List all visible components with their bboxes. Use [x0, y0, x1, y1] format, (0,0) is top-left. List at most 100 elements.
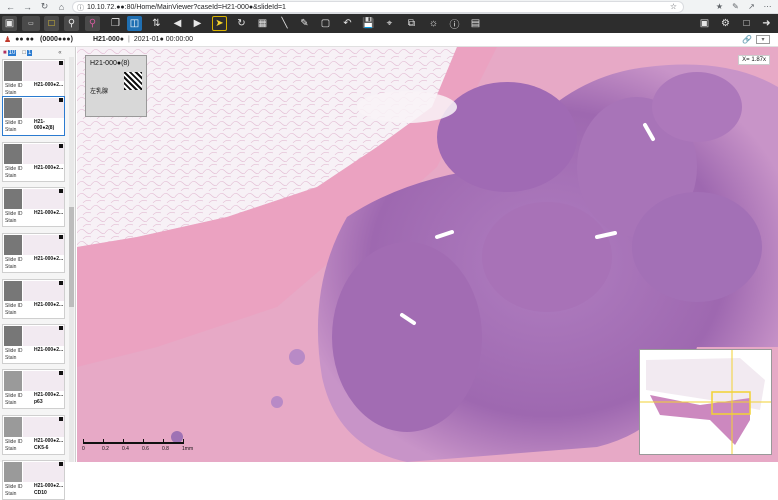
ruler-tool-icon[interactable]: ▭ — [22, 16, 40, 31]
slide-id-label: Slide ID — [5, 211, 23, 217]
slide-status-mark — [59, 417, 63, 421]
scale-tick — [103, 439, 104, 444]
document-icon[interactable]: ▤ — [468, 16, 483, 31]
slide-label-site: 左乳腺 — [90, 89, 109, 95]
slide-card[interactable]: Slide ID Stain H21-000●2... — [2, 142, 65, 182]
more-icon[interactable]: ⋯ — [762, 1, 773, 12]
slide-id-value: H21-000●2... — [34, 438, 64, 444]
link-icon[interactable]: 🔗 — [742, 35, 752, 44]
scale-label: 0.6 — [142, 446, 149, 452]
stain-value: CD10 — [34, 490, 47, 496]
prev-arrow-icon[interactable]: ◀ — [170, 16, 185, 31]
bookmark-star-icon[interactable]: ☆ — [670, 2, 677, 11]
settings-icon[interactable]: ⚙ — [718, 16, 733, 31]
scroll-thumb[interactable] — [69, 207, 74, 307]
share-icon[interactable]: ↗ — [746, 1, 757, 12]
minimap-image[interactable] — [640, 350, 772, 455]
split-view-icon[interactable]: ◫ — [127, 16, 142, 31]
minimap[interactable] — [639, 349, 772, 455]
pen-tool-icon[interactable]: ✎ — [297, 16, 312, 31]
line-tool-icon[interactable]: ╲ — [277, 16, 292, 31]
box-tool-icon[interactable]: ▢ — [318, 16, 333, 31]
window-icon[interactable]: □ — [739, 16, 754, 31]
stain-value: p63 — [34, 399, 43, 405]
slide-id-label: Slide ID — [5, 120, 23, 126]
slide-id-value: H21-000●2... — [34, 483, 64, 489]
case-id: H21-000● — [92, 36, 125, 43]
list-tab-icon[interactable]: □ — [22, 50, 26, 56]
slide-label-preview: H21-000●(8) 左乳腺 — [85, 55, 147, 117]
back-icon[interactable]: ← — [4, 0, 17, 13]
slide-viewer[interactable]: H21-000●(8) 左乳腺 X= 1.87x 0 0.2 0.4 0.6 0.8 1m… — [77, 47, 778, 462]
slide-thumbnail — [4, 281, 22, 301]
crop-icon[interactable]: ⌖ — [382, 16, 397, 31]
tab-count-2: 1 — [26, 50, 33, 56]
slide-card[interactable]: Slide ID Stain H21-000●2... CD10 — [2, 460, 65, 500]
brightness-icon[interactable]: ☼ — [426, 16, 441, 31]
copy-icon[interactable]: ❐ — [108, 16, 123, 31]
slide-sidebar: ■ 10 □ 1 « Slide ID Stain H21-000●2... Slid… — [0, 47, 76, 500]
info-circle-icon[interactable]: ⓘ — [447, 16, 462, 31]
fit-screen-icon[interactable]: ▣ — [2, 16, 17, 31]
scale-bar: 0 0.2 0.4 0.6 0.8 1mm — [82, 439, 193, 455]
sidebar-scrollbar[interactable] — [69, 57, 74, 462]
slide-id-value: H21-000●2... — [34, 165, 64, 171]
pen-icon[interactable]: ✎ — [730, 1, 741, 12]
slide-preview — [23, 417, 64, 437]
slide-card[interactable]: Slide ID Stain H21-000●2... — [2, 279, 65, 319]
viewer-toolbar: ▣ ▭ □ ⚲ ⚲ ❐ ◫ ⇅ ◀ ▶ ➤ ↻ ▦ ╲ ✎ ▢ ↶ 💾 ⌖ ⧉ … — [0, 14, 778, 33]
scale-tick — [123, 439, 124, 444]
favorites-icon[interactable]: ★ — [714, 1, 725, 12]
slide-id-label: Slide ID — [5, 166, 23, 172]
slide-card[interactable]: Slide ID Stain H21-000●2... — [2, 233, 65, 273]
slide-card[interactable]: Slide ID Stain H21-000●2... p63 — [2, 369, 65, 409]
slide-status-mark — [59, 189, 63, 193]
slide-card[interactable]: Slide ID Stain H21-000●2... — [2, 324, 65, 364]
scale-label: 0.2 — [102, 446, 109, 452]
address-bar[interactable]: ⓘ 10.10.72.●●:80/Home/MainViewer?caseId=… — [72, 1, 684, 13]
label-icon[interactable]: □ — [44, 16, 59, 31]
magnify-icon[interactable]: ⚲ — [85, 16, 100, 31]
screenshot-icon[interactable]: ▣ — [697, 16, 712, 31]
info-icon[interactable]: ⓘ — [77, 3, 84, 13]
slide-preview — [23, 281, 64, 301]
slide-thumbnail — [4, 235, 22, 255]
reload-icon[interactable]: ↻ — [38, 0, 51, 13]
home-icon[interactable]: ⌂ — [55, 0, 68, 13]
slide-card[interactable]: Slide ID Stain H21-000●2... — [2, 59, 65, 99]
slide-card[interactable]: Slide ID Stain H21-000●2... — [2, 187, 65, 227]
rotate-icon[interactable]: ↻ — [234, 16, 249, 31]
slide-card[interactable]: Slide ID Stain H21-000●2(8) — [2, 96, 65, 136]
slide-status-mark — [59, 462, 63, 466]
zoom-indicator: X= 1.87x — [738, 55, 770, 65]
slide-status-mark — [59, 281, 63, 285]
stain-value: CK5-6 — [34, 445, 49, 451]
layout-select[interactable]: ▾ — [756, 35, 770, 44]
slide-status-mark — [59, 61, 63, 65]
slide-id-label: Slide ID — [5, 83, 23, 89]
collapse-icon[interactable]: « — [58, 50, 61, 56]
slide-thumbnail — [4, 98, 22, 118]
zoom-icon[interactable]: ⚲ — [64, 16, 79, 31]
exit-icon[interactable]: ➜ — [759, 16, 774, 31]
slide-preview — [23, 235, 64, 255]
flip-icon[interactable]: ⇅ — [149, 16, 164, 31]
slide-preview — [23, 61, 64, 81]
pointer-icon[interactable]: ➤ — [212, 16, 227, 31]
slide-id-value: H21-000●2... — [34, 256, 64, 262]
stain-label: Stain — [5, 400, 17, 406]
stain-label: Stain — [5, 127, 17, 133]
slide-card[interactable]: Slide ID Stain H21-000●2... CK5-6 — [2, 415, 65, 455]
rectangle-tool-icon[interactable]: ▦ — [255, 16, 270, 31]
save-icon[interactable]: 💾 — [361, 16, 376, 31]
stain-label: Stain — [5, 264, 17, 270]
layers-icon[interactable]: ⧉ — [404, 16, 419, 31]
next-arrow-icon[interactable]: ▶ — [190, 16, 205, 31]
undo-icon[interactable]: ↶ — [340, 16, 355, 31]
patient-icon: ♟ — [4, 35, 12, 44]
slides-tab-icon[interactable]: ■ — [3, 50, 7, 56]
scale-tick — [143, 439, 144, 444]
slide-id-value: H21-000●2... — [34, 302, 64, 308]
forward-icon[interactable]: → — [21, 0, 34, 13]
scale-tick — [163, 439, 164, 444]
